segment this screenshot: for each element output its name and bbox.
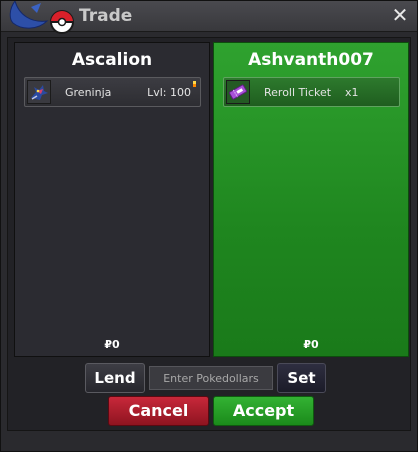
pokeball-logo-icon bbox=[9, 1, 74, 34]
close-icon[interactable]: ✕ bbox=[389, 4, 411, 26]
currency-symbol: ₽ bbox=[104, 338, 112, 351]
item-flag-icon bbox=[193, 81, 196, 87]
item-quantity: x1 bbox=[345, 86, 359, 99]
greninja-sprite-icon bbox=[27, 80, 51, 104]
item-name: Reroll Ticket bbox=[264, 86, 332, 99]
set-button[interactable]: Set bbox=[277, 363, 326, 393]
currency-symbol: ₽ bbox=[303, 338, 311, 351]
item-level: Lvl: 100 bbox=[147, 86, 191, 99]
left-player-name: Ascalion bbox=[71, 50, 153, 70]
right-trade-panel: Ashvanth007 Reroll Ticket x1 ₽0 bbox=[213, 42, 409, 357]
reroll-ticket-icon bbox=[226, 80, 250, 104]
left-trade-panel: Ascalion Greninja Lvl: 100 ₽0 bbox=[14, 42, 210, 357]
cancel-button[interactable]: Cancel bbox=[108, 396, 209, 426]
left-money: ₽0 bbox=[15, 338, 209, 351]
pokedollars-input[interactable] bbox=[149, 366, 273, 390]
right-trade-item[interactable]: Reroll Ticket x1 bbox=[223, 77, 400, 107]
right-player-name: Ashvanth007 bbox=[248, 50, 374, 70]
left-trade-item[interactable]: Greninja Lvl: 100 bbox=[24, 77, 201, 107]
window-title: Trade bbox=[79, 6, 133, 26]
accept-button[interactable]: Accept bbox=[213, 396, 314, 426]
money-amount: 0 bbox=[112, 338, 120, 351]
right-money: ₽0 bbox=[214, 338, 408, 351]
money-amount: 0 bbox=[311, 338, 319, 351]
lend-button[interactable]: Lend bbox=[85, 363, 145, 393]
item-name: Greninja bbox=[65, 86, 112, 99]
trade-window: Trade ✕ Ascalion Greninja Lvl: 100 ₽0 As… bbox=[0, 0, 418, 452]
